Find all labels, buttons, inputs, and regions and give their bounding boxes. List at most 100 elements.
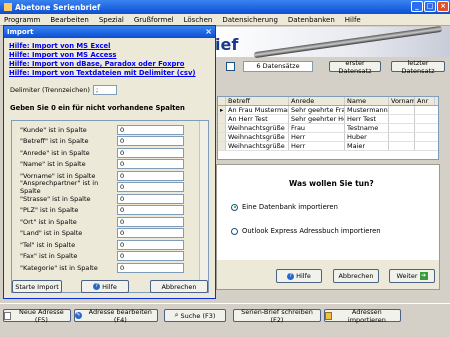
- help-link-csv[interactable]: Hilfe: Import von Textdateien mit Delimi…: [9, 69, 196, 78]
- column-mapping-row: "Name" ist in Spalte 0: [20, 159, 184, 171]
- menu-datenbanken[interactable]: Datenbanken: [288, 16, 335, 24]
- column-number-input[interactable]: 0: [117, 136, 184, 147]
- column-mapping-list[interactable]: "Kunde" ist in Spalte 0 "Betreff" ist in S…: [11, 120, 209, 293]
- column-number-input[interactable]: 0: [117, 182, 184, 193]
- column-mapping-row: "Ansprechpartner" ist in Spalte 0: [20, 179, 184, 196]
- column-number-input[interactable]: 0: [117, 193, 184, 204]
- import-cancel-button[interactable]: Abbrechen: [150, 280, 208, 293]
- column-mapping-row: "Land" ist in Spalte 0: [20, 228, 184, 240]
- column-number-input[interactable]: 0: [117, 262, 184, 273]
- import-icon: [325, 311, 332, 320]
- table-row[interactable]: Weihnachtsgrüße Frau Testname: [218, 124, 438, 133]
- wizard-question: Was wollen Sie tun?: [289, 179, 374, 188]
- help-link-access[interactable]: Hilfe: Import von MS Access: [9, 51, 196, 60]
- radio-database[interactable]: [231, 203, 238, 211]
- import-dialog: Import × Hilfe: Import von MS Excel Hilf…: [3, 25, 216, 299]
- column-number-input[interactable]: 0: [117, 205, 184, 216]
- banner-text: ief: [215, 35, 239, 54]
- banner: ief: [213, 25, 450, 59]
- column-number-input[interactable]: 0: [117, 170, 184, 181]
- menu-grussformel[interactable]: Grußformel: [134, 16, 174, 24]
- last-record-button[interactable]: letzter Datensatz: [391, 59, 445, 75]
- column-mapping-label: "Ansprechpartner" ist in Spalte: [20, 179, 99, 196]
- table-row[interactable]: Weihnachtsgrüße Herr Huber: [218, 133, 438, 142]
- column-mapping-row: "Anrede" ist in Spalte 0: [20, 147, 184, 159]
- record-toolbar: 6 Datensätze erster Datensatz letzter Da…: [217, 59, 450, 75]
- column-mapping-label: "Land" ist in Spalte: [20, 229, 83, 238]
- column-mapping-label: "Name" ist in Spalte: [20, 160, 86, 169]
- import-dialog-title: Import: [4, 26, 215, 38]
- maximize-button[interactable]: □: [424, 1, 436, 12]
- title-bar: Abetone Serienbrief _ □ ×: [0, 0, 450, 14]
- option-database[interactable]: Eine Datenbank importieren: [231, 203, 338, 211]
- radio-outlook[interactable]: [231, 227, 238, 235]
- col-anr[interactable]: Anr: [415, 97, 435, 105]
- col-vorname[interactable]: Vorname: [389, 97, 415, 105]
- delimiter-input[interactable]: ;: [93, 85, 117, 95]
- import-wizard: Was wollen Sie tun? Eine Datenbank impor…: [216, 164, 440, 290]
- help-link-excel[interactable]: Hilfe: Import von MS Excel: [9, 42, 196, 51]
- column-mapping-label: "Tel" ist in Spalte: [20, 240, 76, 249]
- column-number-input[interactable]: 0: [117, 147, 184, 158]
- first-record-button[interactable]: erster Datensatz: [329, 59, 381, 75]
- record-checkbox[interactable]: [226, 62, 235, 71]
- menu-datensicherung[interactable]: Datensicherung: [222, 16, 278, 24]
- app-icon: [4, 3, 12, 11]
- option-outlook[interactable]: Outlook Express Adressbuch importieren: [231, 227, 381, 235]
- menu-spezial[interactable]: Spezial: [99, 16, 124, 24]
- column-number-input[interactable]: 0: [117, 159, 184, 170]
- column-mapping-label: "Ort" ist in Spalte: [20, 217, 77, 226]
- new-doc-icon: [4, 311, 11, 320]
- table-row[interactable]: Weihnachtsgrüße Herr Maier: [218, 142, 438, 151]
- column-number-input[interactable]: 0: [117, 239, 184, 250]
- table-row[interactable]: ▸ An Frau Mustermann Sehr geehrte Frau M…: [218, 106, 438, 115]
- wizard-help-button[interactable]: ? Hilfe: [276, 269, 322, 283]
- arrow-right-icon: ➔: [419, 272, 428, 280]
- address-grid[interactable]: Betreff Anrede Name Vorname Anr ▸ An Fra…: [217, 96, 439, 160]
- table-row[interactable]: An Herr Test Sehr geehrter Herr Herr Tes…: [218, 115, 438, 124]
- instruction-text: Geben Sie 0 ein für nicht vorhandene Spa…: [10, 104, 185, 112]
- column-number-input[interactable]: 0: [117, 216, 184, 227]
- import-help-button[interactable]: ? Hilfe: [81, 280, 129, 293]
- minimize-button[interactable]: _: [411, 1, 423, 12]
- search-button[interactable]: ⌕ Suche (F3): [164, 309, 226, 322]
- window-title: Abetone Serienbrief: [15, 2, 101, 12]
- serial-letter-button[interactable]: Serien-Brief schreiben (F2): [233, 308, 321, 324]
- help-icon: ?: [287, 272, 295, 280]
- start-import-button[interactable]: Starte Import: [12, 280, 62, 293]
- column-mapping-row: "Tel" ist in Spalte 0: [20, 239, 184, 251]
- column-mapping-label: "Fax" ist in Spalte: [20, 252, 78, 261]
- column-mapping-row: "Kunde" ist in Spalte 0: [20, 124, 184, 136]
- menu-loeschen[interactable]: Löschen: [184, 16, 213, 24]
- delimiter-label: Delimiter (Trennzeichen): [10, 86, 90, 94]
- col-anrede[interactable]: Anrede: [289, 97, 345, 105]
- scrollbar[interactable]: [199, 121, 208, 292]
- menu-programm[interactable]: Programm: [4, 16, 40, 24]
- column-mapping-row: "Ort" ist in Spalte 0: [20, 216, 184, 228]
- wizard-next-button[interactable]: Weiter ➔: [389, 269, 435, 283]
- column-number-input[interactable]: 0: [117, 228, 184, 239]
- new-address-button[interactable]: Neue Adresse (F5): [3, 308, 71, 324]
- col-name[interactable]: Name: [345, 97, 389, 105]
- import-close-button[interactable]: ×: [205, 27, 212, 36]
- column-mapping-row: "Kategorie" ist in Spalte 0: [20, 262, 184, 274]
- menu-bearbeiten[interactable]: Bearbeiten: [50, 16, 88, 24]
- column-mapping-label: "Kunde" ist in Spalte: [20, 125, 87, 134]
- close-button[interactable]: ×: [437, 1, 449, 12]
- pen-image: [253, 25, 443, 59]
- col-betreff[interactable]: Betreff: [226, 97, 289, 105]
- column-mapping-label: "Strasse" ist in Spalte: [20, 194, 91, 203]
- edit-address-button[interactable]: ✎ Adresse bearbeiten (F4): [74, 308, 158, 324]
- column-number-input[interactable]: 0: [117, 124, 184, 135]
- column-mapping-row: "PLZ" ist in Spalte 0: [20, 205, 184, 217]
- menu-hilfe[interactable]: Hilfe: [345, 16, 361, 24]
- help-icon: ?: [93, 283, 101, 290]
- import-addresses-button[interactable]: Adressen importieren: [324, 308, 401, 324]
- help-link-dbase[interactable]: Hilfe: Import von dBase, Paradox oder Fo…: [9, 60, 196, 69]
- grid-header: Betreff Anrede Name Vorname Anr: [218, 97, 438, 106]
- column-number-input[interactable]: 0: [117, 251, 184, 262]
- column-mapping-label: "Anrede" ist in Spalte: [20, 148, 90, 157]
- wizard-cancel-button[interactable]: Abbrechen: [333, 269, 379, 283]
- column-mapping-label: "PLZ" ist in Spalte: [20, 206, 79, 215]
- search-icon: ⌕: [174, 311, 179, 319]
